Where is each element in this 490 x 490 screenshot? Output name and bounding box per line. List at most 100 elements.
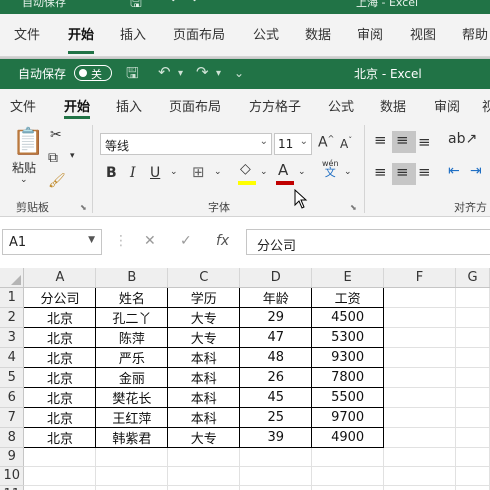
cell-a5[interactable]: 北京 (23, 366, 97, 388)
cell-a7[interactable]: 北京 (23, 406, 97, 428)
bg-tab-insert[interactable]: 插入 (120, 24, 146, 43)
cut-icon[interactable]: ✂ (50, 127, 62, 143)
cell-c5[interactable]: 本科 (167, 366, 241, 388)
bg-tab-data[interactable]: 数据 (305, 24, 331, 43)
customize-toolbar-icon[interactable]: ⌄ (234, 66, 244, 80)
cell-d7[interactable]: 25 (239, 406, 313, 428)
cell-a3[interactable]: 北京 (23, 326, 97, 348)
tab-insert[interactable]: 插入 (116, 96, 142, 115)
cell-d6[interactable]: 45 (239, 386, 313, 408)
cell-e4[interactable]: 9300 (311, 346, 385, 368)
name-box[interactable]: A1 ▼ (2, 229, 102, 255)
cell-b11[interactable] (95, 485, 169, 490)
paste-icon[interactable]: 📋 (12, 127, 44, 157)
decrease-indent-icon[interactable]: ⇤ (448, 163, 460, 179)
column-header-f[interactable]: F (383, 268, 456, 288)
row-header-2[interactable]: 2 (0, 307, 25, 328)
cell-g8[interactable] (455, 427, 490, 448)
undo-icon[interactable]: ↶ (158, 63, 171, 81)
copy-dropdown-icon[interactable]: ▾ (70, 151, 75, 161)
phonetic-guide-icon[interactable]: wén 文 (322, 159, 339, 178)
cell-a4[interactable]: 北京 (23, 346, 97, 368)
middle-align-icon[interactable]: ≡ (396, 131, 409, 149)
cell-b2[interactable]: 孔二丫 (95, 306, 169, 328)
cell-b4[interactable]: 严乐 (95, 346, 169, 368)
font-color-dropdown-icon[interactable]: ⌄ (298, 167, 306, 177)
cell-c6[interactable]: 本科 (167, 386, 241, 408)
row-header-6[interactable]: 6 (0, 387, 25, 408)
cancel-icon[interactable]: ✕ (144, 233, 156, 249)
tab-file[interactable]: 文件 (10, 96, 36, 115)
cell-c3[interactable]: 大专 (167, 326, 241, 348)
underline-dropdown-icon[interactable]: ⌄ (170, 167, 178, 177)
cell-g9[interactable] (455, 447, 490, 467)
enter-icon[interactable]: ✓ (180, 233, 192, 249)
font-launcher-icon[interactable]: ⬊ (350, 203, 357, 212)
row-header-9[interactable]: 9 (0, 447, 25, 467)
redo-icon[interactable]: ↷ (196, 63, 209, 81)
align-center-icon[interactable]: ≡ (396, 163, 409, 181)
underline-button[interactable]: U (150, 165, 160, 181)
cell-b6[interactable]: 樊花长 (95, 386, 169, 408)
cell-g7[interactable] (455, 407, 490, 428)
clipboard-launcher-icon[interactable]: ⬊ (80, 203, 87, 212)
cell-b7[interactable]: 王红萍 (95, 406, 169, 428)
copy-icon[interactable]: ⧉ (48, 150, 58, 166)
cell-e6[interactable]: 5500 (311, 386, 385, 408)
bg-tab-view[interactable]: 视图 (410, 24, 436, 43)
bottom-align-icon[interactable]: ≡ (418, 133, 431, 151)
row-header-8[interactable]: 8 (0, 427, 25, 448)
font-name-select[interactable]: 等线 ⌄ (100, 133, 272, 155)
cell-e8[interactable]: 4900 (311, 426, 385, 448)
tab-formulas[interactable]: 公式 (328, 96, 354, 115)
cell-d3[interactable]: 47 (239, 326, 313, 348)
save-icon[interactable]: 🖫 (126, 63, 139, 88)
cell-e9[interactable] (311, 447, 385, 467)
cell-b10[interactable] (95, 466, 169, 486)
cell-e3[interactable]: 5300 (311, 326, 385, 348)
cell-a11[interactable] (23, 485, 97, 490)
cell-a9[interactable] (23, 447, 97, 467)
italic-button[interactable]: I (130, 165, 136, 181)
row-header-10[interactable]: 10 (0, 466, 25, 486)
row-header-11[interactable]: 11 (0, 485, 25, 490)
tab-view[interactable]: 视 (482, 96, 490, 115)
cell-e1[interactable]: 工资 (311, 286, 385, 308)
cell-d1[interactable]: 年龄 (239, 286, 313, 308)
border-dropdown-icon[interactable]: ⌄ (214, 167, 222, 177)
undo-dropdown-icon[interactable]: ▾ (178, 68, 183, 79)
cell-g5[interactable] (455, 367, 490, 388)
bg-tab-formulas[interactable]: 公式 (253, 24, 279, 43)
cell-a8[interactable]: 北京 (23, 426, 97, 448)
bg-tab-review[interactable]: 审阅 (357, 24, 383, 43)
fill-color-icon[interactable]: ◇ (240, 161, 251, 177)
tab-data[interactable]: 数据 (380, 96, 406, 115)
top-align-icon[interactable]: ≡ (374, 131, 387, 149)
cell-a2[interactable]: 北京 (23, 306, 97, 328)
cell-f11[interactable] (383, 485, 456, 490)
formula-input[interactable]: 分公司 (246, 229, 490, 255)
cell-g1[interactable] (455, 287, 490, 308)
row-header-5[interactable]: 5 (0, 367, 25, 388)
cell-g6[interactable] (455, 387, 490, 408)
cell-a1[interactable]: 分公司 (23, 286, 97, 308)
paste-label[interactable]: 粘贴 (12, 159, 36, 176)
row-header-3[interactable]: 3 (0, 327, 25, 348)
cell-f3[interactable] (383, 327, 456, 348)
row-header-1[interactable]: 1 (0, 287, 25, 308)
cell-c10[interactable] (167, 466, 241, 486)
tab-fangfang[interactable]: 方方格子 (249, 96, 301, 115)
column-header-b[interactable]: B (95, 268, 169, 288)
border-icon[interactable]: ⊞ (192, 163, 205, 181)
cell-c8[interactable]: 大专 (167, 426, 241, 448)
cell-f2[interactable] (383, 307, 456, 328)
cell-f7[interactable] (383, 407, 456, 428)
cell-e11[interactable] (311, 485, 385, 490)
increase-indent-icon[interactable]: ⇥ (470, 163, 482, 179)
cell-f1[interactable] (383, 287, 456, 308)
cell-f5[interactable] (383, 367, 456, 388)
bg-tab-page-layout[interactable]: 页面布局 (173, 24, 225, 43)
autosave-toggle[interactable]: 关 (74, 65, 112, 81)
cell-f9[interactable] (383, 447, 456, 467)
column-header-g[interactable]: G (455, 268, 490, 288)
